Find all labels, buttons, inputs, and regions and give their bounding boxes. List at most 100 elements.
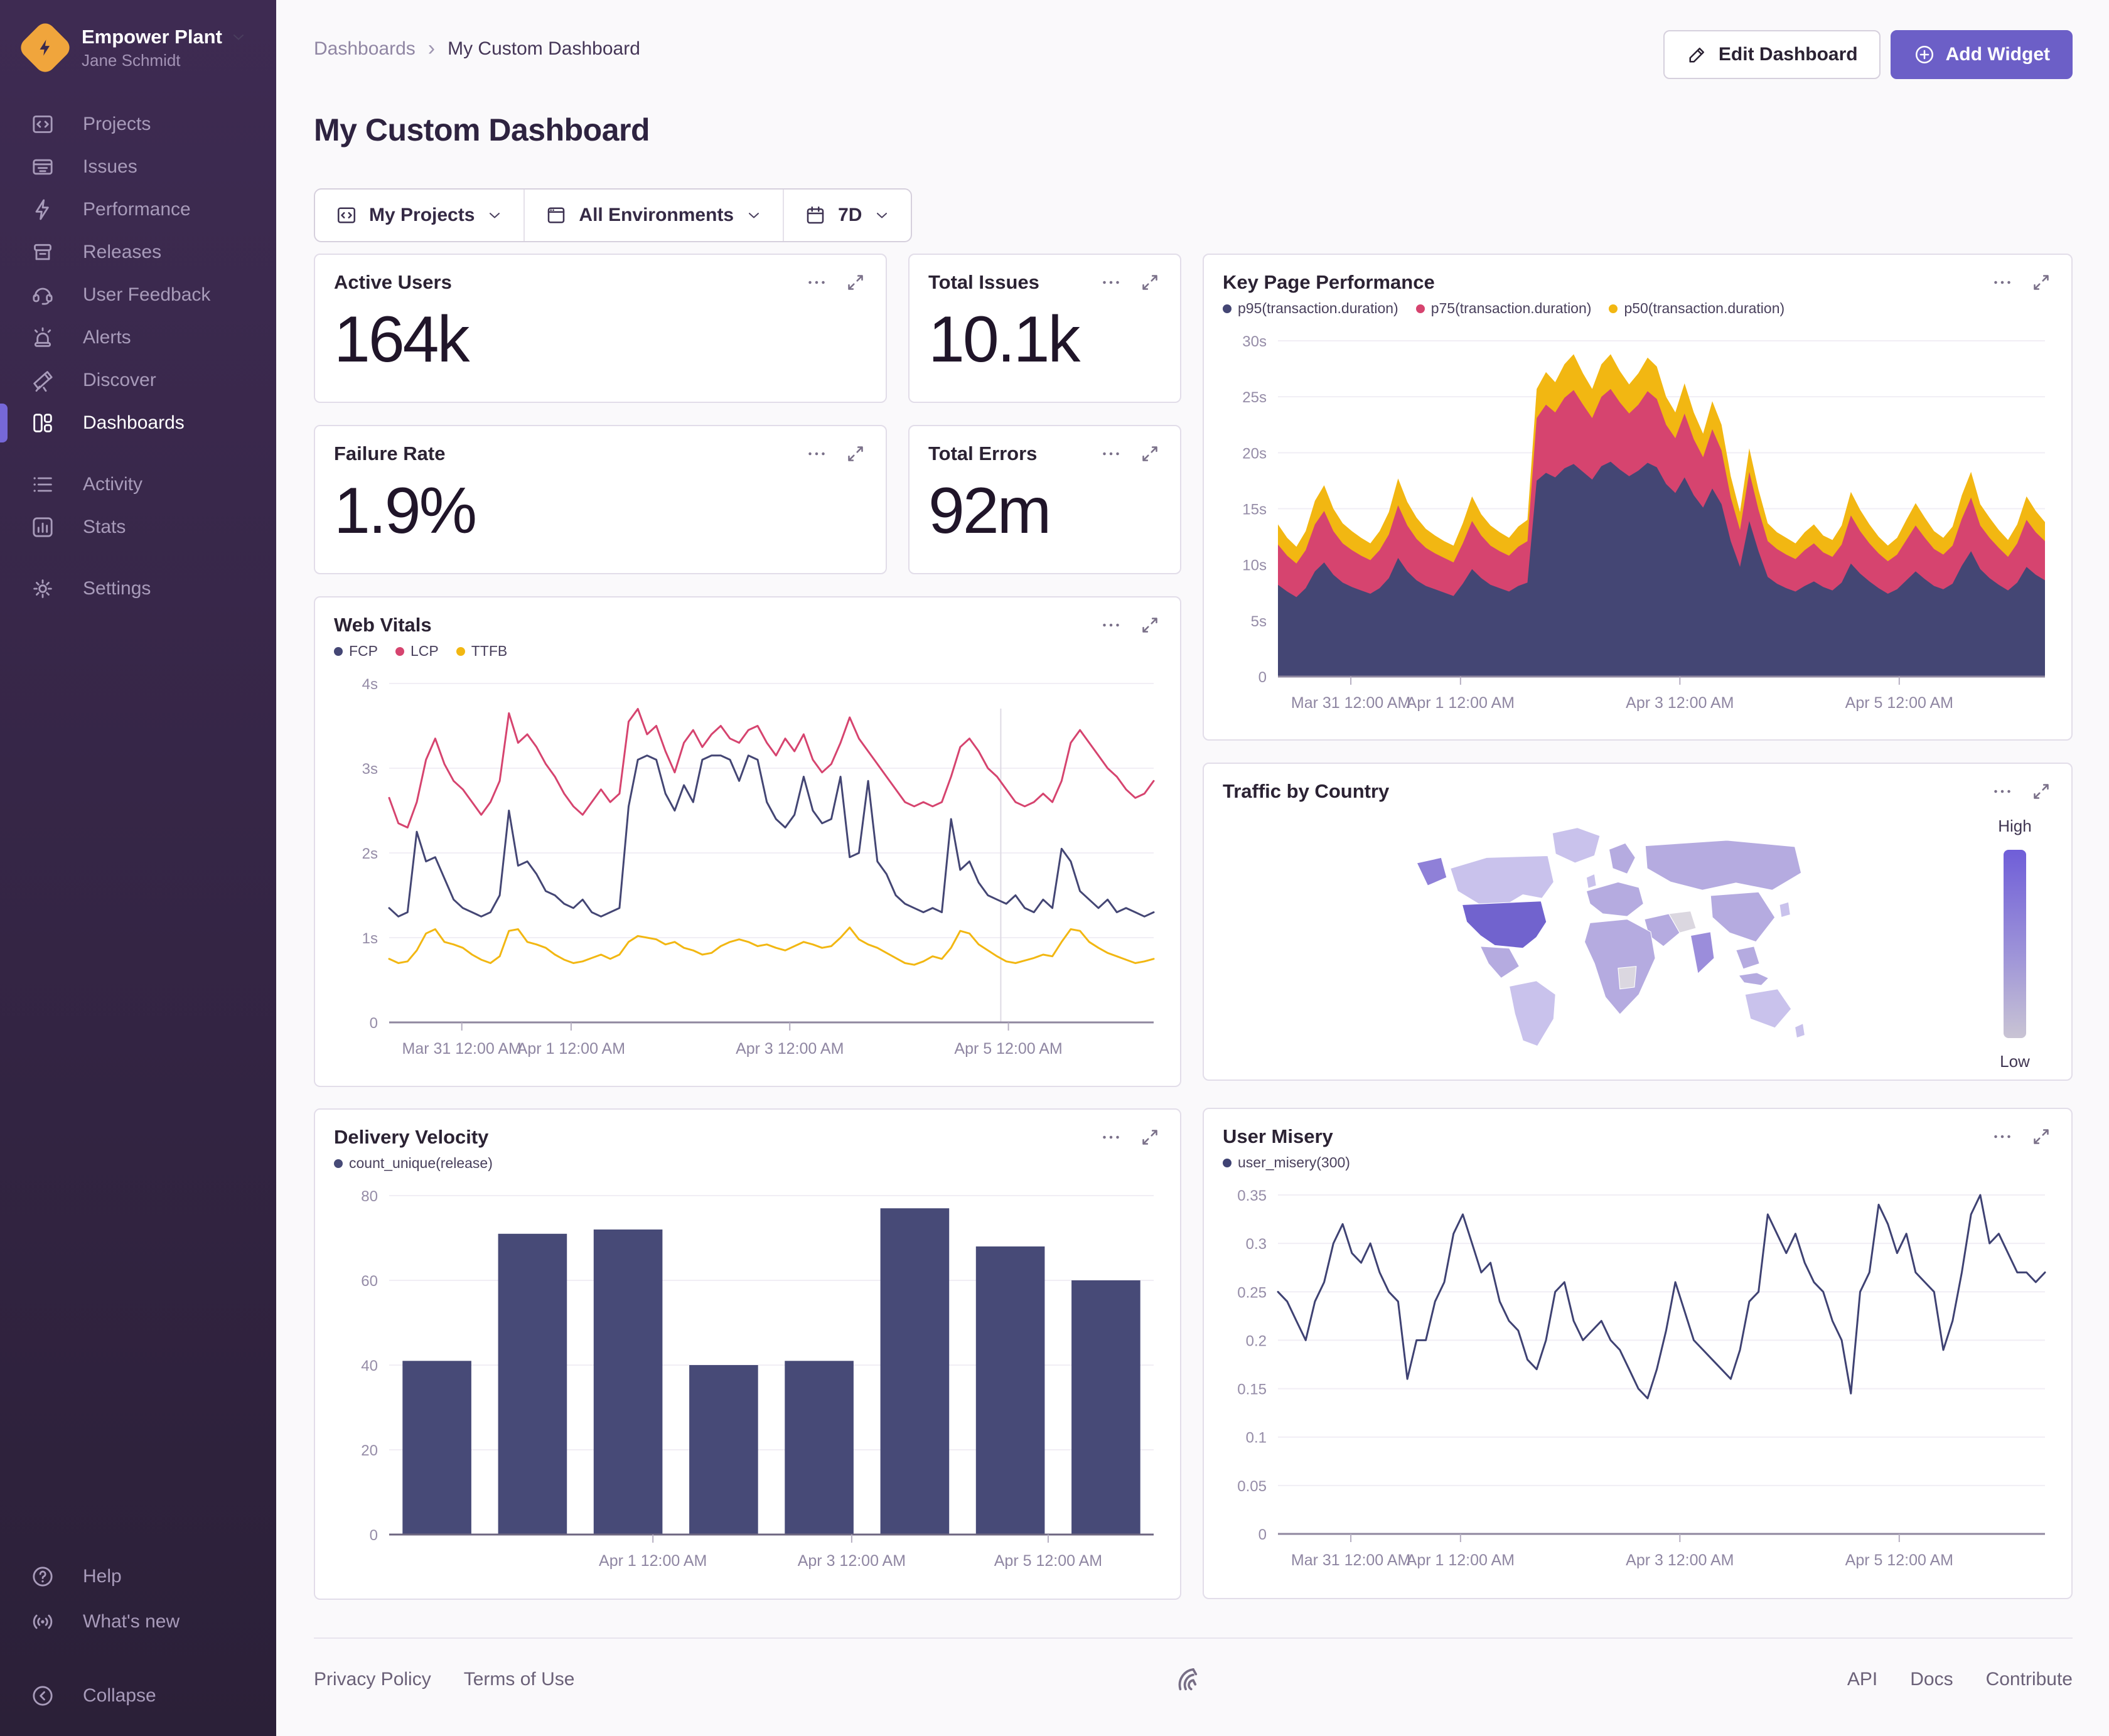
page-title: My Custom Dashboard (314, 112, 650, 147)
sidebar-item-releases[interactable]: Releases (0, 231, 276, 274)
sidebar-item-dashboards[interactable]: Dashboards (0, 402, 276, 444)
add-widget-button[interactable]: Add Widget (1890, 30, 2073, 79)
widget-menu-button[interactable] (805, 442, 828, 465)
svg-text:0: 0 (1258, 1526, 1267, 1543)
help-icon (30, 1564, 55, 1589)
svg-text:Apr 1 12:00 AM: Apr 1 12:00 AM (1407, 694, 1515, 712)
sidebar-item-what-s-new[interactable]: What's new (0, 1599, 276, 1644)
pencil-icon (1686, 43, 1709, 66)
legend-item[interactable]: p50(transaction.duration) (1609, 300, 1784, 317)
breadcrumb-separator: › (427, 36, 436, 60)
widget-menu-button[interactable] (1100, 1126, 1122, 1149)
widget-menu-button[interactable] (1991, 1125, 2014, 1148)
widget-traffic-by-country: Traffic by Country High Low (1203, 763, 2073, 1081)
widget-title: Web Vitals (334, 614, 432, 636)
sidebar-nav: Projects Issues Performance Releases User Fe… (0, 103, 276, 610)
svg-text:10s: 10s (1242, 557, 1267, 574)
svg-text:25s: 25s (1242, 389, 1267, 406)
dashboards-icon (30, 410, 55, 436)
legend-item[interactable]: count_unique(release) (334, 1155, 493, 1172)
widget-expand-button[interactable] (2030, 1125, 2053, 1148)
legend-item[interactable]: FCP (334, 643, 378, 660)
sidebar-item-label: Help (83, 1566, 122, 1587)
svg-text:Apr 3 12:00 AM: Apr 3 12:00 AM (1626, 694, 1734, 712)
legend-dot (334, 1159, 343, 1168)
widget-title: Traffic by Country (1223, 780, 1390, 802)
alerts-icon (30, 325, 55, 350)
svg-text:2s: 2s (362, 845, 378, 862)
svg-text:Mar 31 12:00 AM: Mar 31 12:00 AM (1291, 1551, 1410, 1569)
svg-text:Apr 5 12:00 AM: Apr 5 12:00 AM (1845, 1551, 1953, 1569)
sidebar-item-user-feedback[interactable]: User Feedback (0, 274, 276, 316)
widget-expand-button[interactable] (844, 442, 867, 465)
sidebar-item-help[interactable]: Help (0, 1554, 276, 1599)
sidebar-item-issues[interactable]: Issues (0, 146, 276, 188)
footer-link-privacy-policy[interactable]: Privacy Policy (314, 1669, 431, 1690)
sidebar-item-alerts[interactable]: Alerts (0, 316, 276, 359)
footer-link-contribute[interactable]: Contribute (1986, 1669, 2073, 1690)
kpi-value: 10.1k (928, 303, 1080, 376)
widget-expand-button[interactable] (1139, 1126, 1161, 1149)
chart-legend: FCP LCP TTFB (334, 643, 1161, 660)
widget-expand-button[interactable] (2030, 780, 2053, 803)
sidebar-item-performance[interactable]: Performance (0, 188, 276, 231)
footer-link-terms-of-use[interactable]: Terms of Use (464, 1669, 575, 1690)
user-misery-chart[interactable]: 0.35 0.3 0.25 0.2 0.15 0.1 0.05 0 Mar 31 12:00 A… (1223, 1187, 2053, 1573)
environment-filter[interactable]: All Environments (523, 190, 783, 241)
chart-legend: count_unique(release) (334, 1155, 1161, 1172)
kpi-value: 164k (334, 303, 470, 376)
widget-menu-button[interactable] (1100, 442, 1122, 465)
legend-label: LCP (411, 643, 439, 659)
edit-dashboard-button[interactable]: Edit Dashboard (1663, 30, 1881, 79)
project-filter[interactable]: My Projects (315, 190, 523, 241)
svg-text:30s: 30s (1242, 333, 1267, 350)
widget-expand-button[interactable] (1139, 271, 1161, 294)
svg-text:Apr 5 12:00 AM: Apr 5 12:00 AM (994, 1552, 1102, 1570)
legend-dot (1609, 304, 1618, 313)
widget-menu-button[interactable] (1100, 271, 1122, 294)
org-switcher[interactable]: Empower Plant Jane Schmidt (0, 0, 276, 92)
widget-title: Active Users (334, 271, 452, 293)
key-page-performance-chart[interactable]: 30s 25s 20s 15s 10s 5s 0 Mar 31 12:00 AM Apr 1 1… (1223, 333, 2053, 716)
sentry-logo-icon (1177, 1662, 1210, 1698)
org-logo-icon (16, 19, 74, 77)
user-name: Jane Schmidt (82, 51, 181, 70)
delivery-velocity-chart[interactable]: 80 60 40 20 0 Apr 1 12:00 AM Apr 3 12:00 AM Apr… (334, 1188, 1161, 1574)
sidebar-item-stats[interactable]: Stats (0, 506, 276, 549)
legend-dot (1415, 304, 1425, 313)
widget-menu-button[interactable] (1991, 271, 2014, 294)
footer-link-docs[interactable]: Docs (1910, 1669, 1953, 1690)
footer-link-api[interactable]: API (1847, 1669, 1877, 1690)
legend-item[interactable]: user_misery(300) (1223, 1154, 1350, 1171)
sidebar-item-label: Settings (83, 578, 151, 599)
widget-menu-button[interactable] (805, 271, 828, 294)
widget-total-errors: Total Errors 92m (908, 425, 1181, 574)
widget-expand-button[interactable] (1139, 442, 1161, 465)
widget-expand-button[interactable] (1139, 614, 1161, 636)
releases-icon (30, 240, 55, 265)
widget-expand-button[interactable] (2030, 271, 2053, 294)
widget-menu-button[interactable] (1100, 614, 1122, 636)
widget-menu-button[interactable] (1991, 780, 2014, 803)
sidebar-item-label: Activity (83, 474, 143, 495)
world-map[interactable] (1292, 814, 1908, 1059)
legend-item[interactable]: p95(transaction.duration) (1223, 300, 1398, 317)
date-range-filter[interactable]: 7D (783, 190, 911, 241)
sidebar-item-label: Collapse (83, 1685, 156, 1706)
sidebar-item-projects[interactable]: Projects (0, 103, 276, 146)
svg-text:40: 40 (361, 1358, 378, 1374)
sidebar-item-activity[interactable]: Activity (0, 463, 276, 506)
widget-expand-button[interactable] (844, 271, 867, 294)
widget-title: Total Issues (928, 271, 1039, 293)
breadcrumb-dashboards[interactable]: Dashboards (314, 38, 416, 60)
legend-item[interactable]: LCP (395, 643, 439, 660)
sidebar-item-collapse[interactable]: Collapse (0, 1673, 276, 1718)
collapse-icon (30, 1683, 55, 1708)
sidebar-item-settings[interactable]: Settings (0, 567, 276, 610)
web-vitals-chart[interactable]: 4s 3s 2s 1s 0 Mar 31 12:00 AM Apr 1 12:00 AM Ap… (334, 676, 1161, 1062)
legend-item[interactable]: p75(transaction.duration) (1415, 300, 1591, 317)
sidebar-item-discover[interactable]: Discover (0, 359, 276, 402)
svg-text:Apr 3 12:00 AM: Apr 3 12:00 AM (736, 1040, 844, 1058)
legend-item[interactable]: TTFB (456, 643, 507, 660)
sidebar-item-label: Projects (83, 114, 151, 135)
